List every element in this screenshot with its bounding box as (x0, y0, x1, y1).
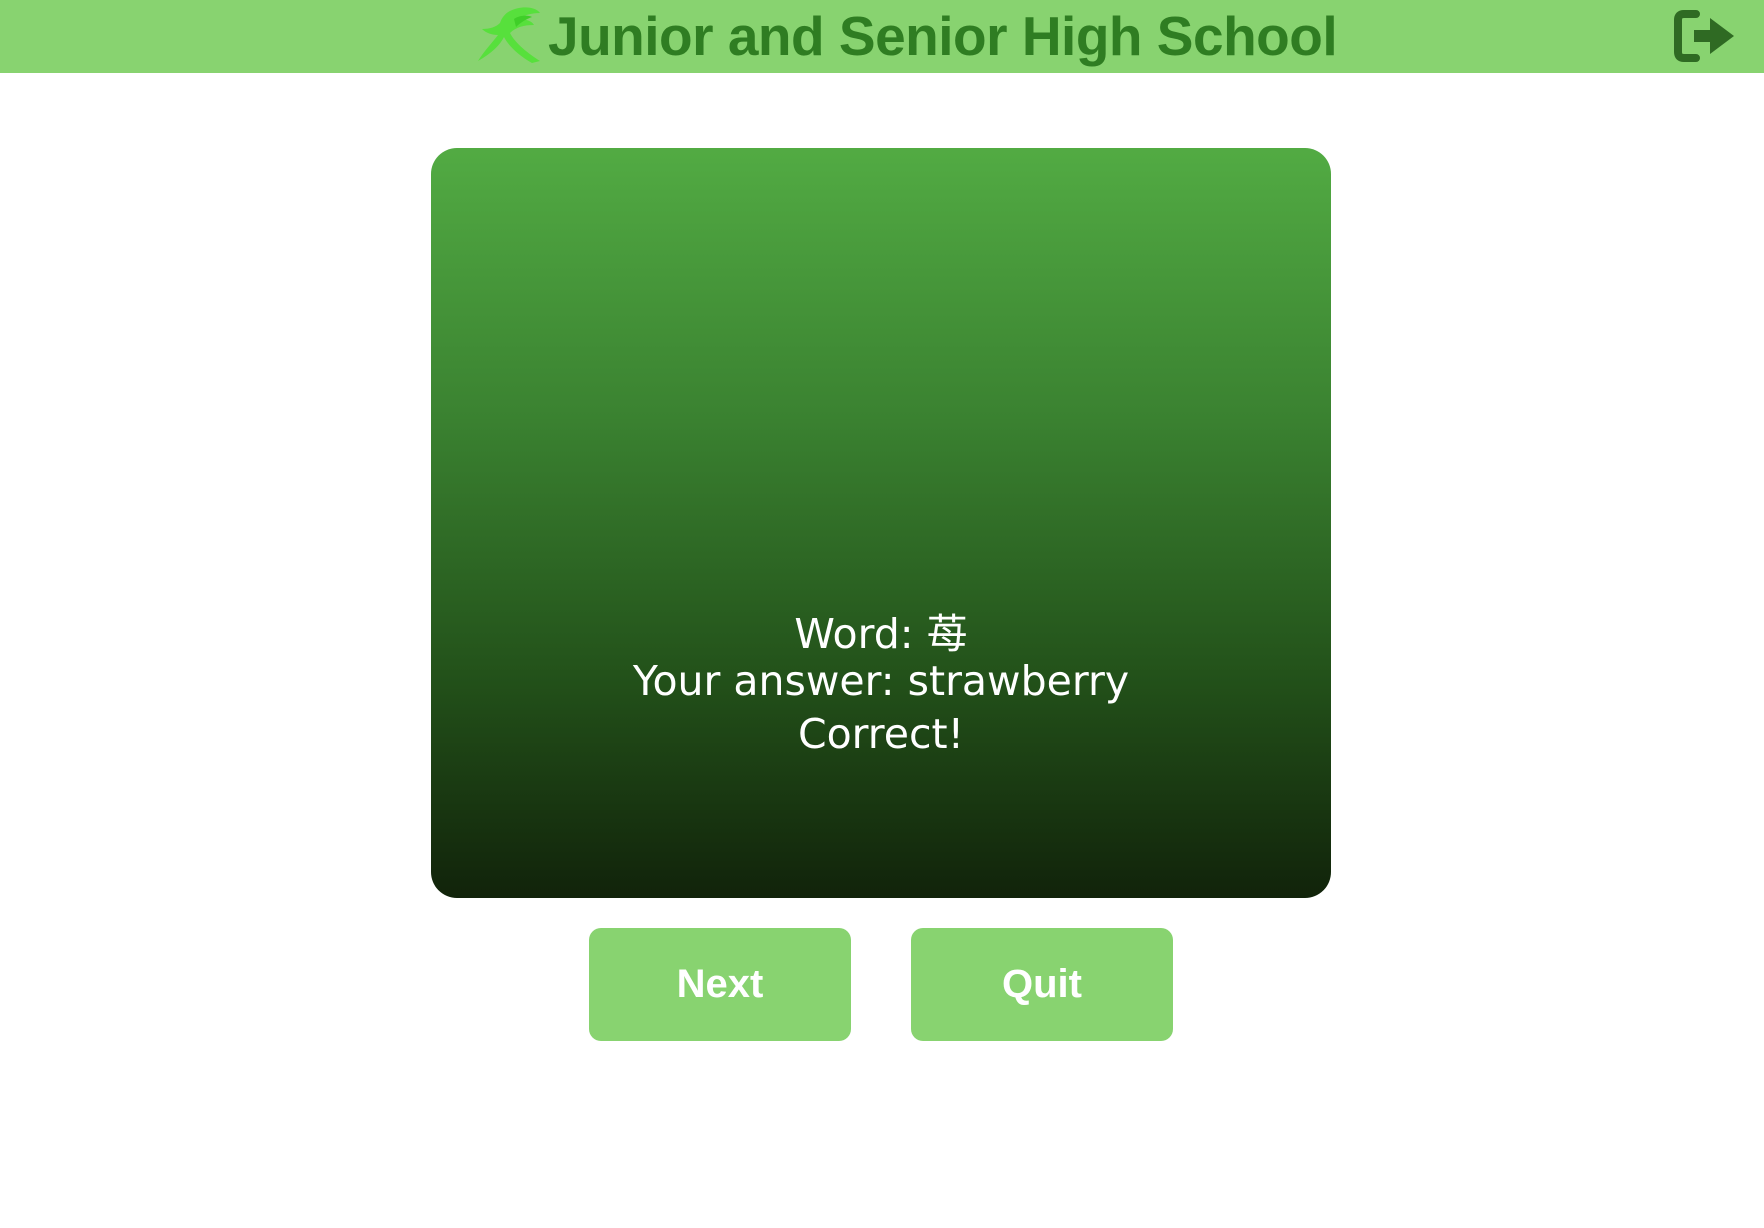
answer-line: Your answer: strawberry (632, 657, 1130, 705)
school-logo-icon (478, 6, 540, 63)
flashcard: Word: 苺 Your answer: strawberry Correct!… (431, 148, 1331, 951)
next-button[interactable]: Next (589, 928, 851, 1041)
top-header: Junior and Senior High School (0, 0, 1764, 73)
logout-icon[interactable] (1672, 8, 1738, 64)
site-title: Junior and Senior High School (548, 5, 1338, 67)
brand: Junior and Senior High School (470, 0, 1338, 73)
result-line: Correct! (797, 710, 965, 758)
definition-line: Definition: strawberry (684, 910, 1078, 951)
quit-button[interactable]: Quit (911, 928, 1173, 1041)
word-line: Word: 苺 (794, 610, 968, 658)
